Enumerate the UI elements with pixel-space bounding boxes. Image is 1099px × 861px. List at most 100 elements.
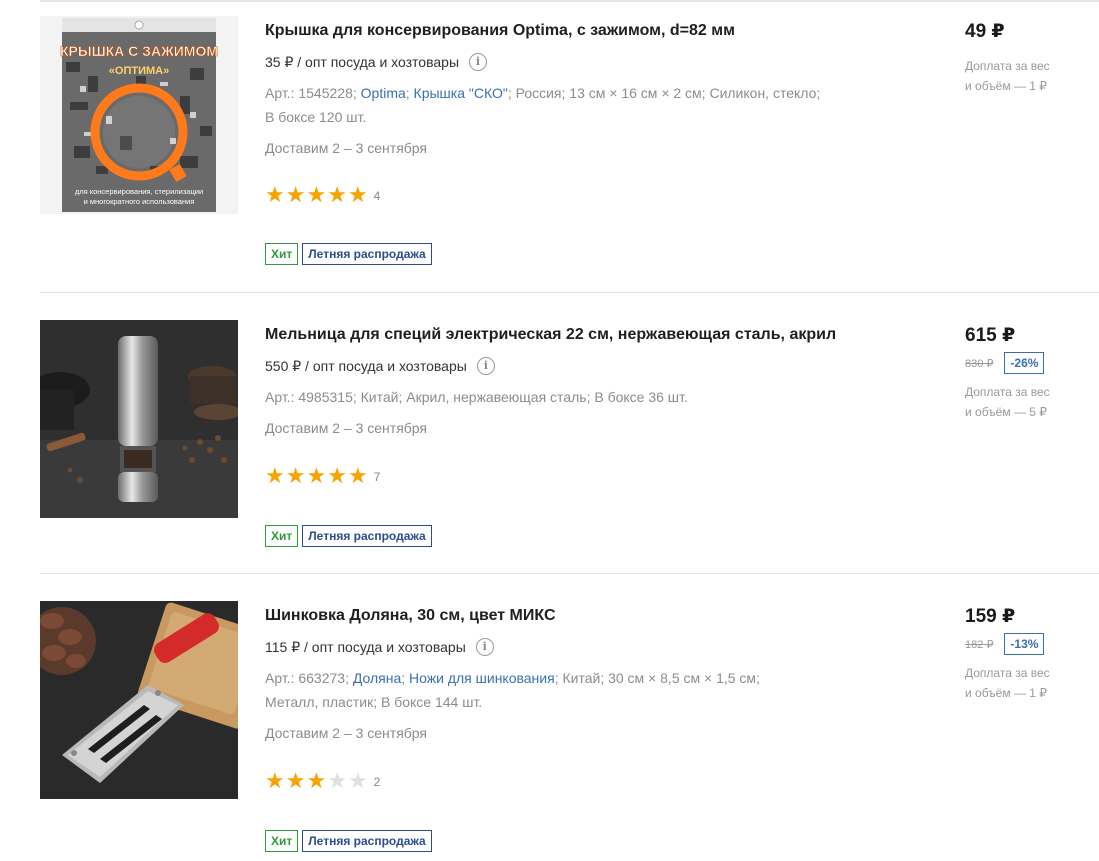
meta-line: Арт.: 663273; Доляна; Ножи для шинковани… bbox=[265, 666, 865, 690]
wholesale-price: 115 ₽ / опт посуда и хозтовары i bbox=[265, 637, 905, 657]
price-block: 159 ₽ 182 ₽ -13% Доплата за вес и объём … bbox=[965, 605, 1095, 703]
meta-text: ; bbox=[401, 670, 410, 686]
lid-package-image: КРЫШКА С ЗАЖИМОМ «ОПТИМА» для консервиро… bbox=[40, 16, 238, 214]
brand-link[interactable]: Доляна bbox=[353, 670, 401, 686]
wholesale-price-text: 35 ₽ / опт посуда и хозтовары bbox=[265, 54, 460, 70]
old-price-row: 182 ₽ -13% bbox=[965, 633, 1095, 655]
shredder-image bbox=[40, 601, 238, 799]
price: 159 ₽ bbox=[965, 606, 1016, 627]
surcharge-note: Доплата за вес и объём — 1 ₽ bbox=[965, 56, 1075, 96]
product-info: Крышка для консервирования Optima, с заж… bbox=[265, 20, 905, 158]
discount-badge: -26% bbox=[1004, 352, 1045, 374]
star-icon: ★ bbox=[306, 769, 327, 794]
badges: Хит Летняя распродажа bbox=[265, 525, 436, 547]
star-icon: ★ bbox=[347, 769, 368, 794]
meta-text: ; Китай; 30 см × 8,5 см × 1,5 см; bbox=[554, 670, 760, 686]
surcharge-line: Доплата за вес bbox=[965, 59, 1050, 73]
delivery-info: Доставим 2 – 3 сентября bbox=[265, 420, 428, 436]
old-price: 830 ₽ bbox=[965, 357, 994, 370]
old-price: 182 ₽ bbox=[965, 638, 994, 651]
surcharge-line: Доплата за вес bbox=[965, 385, 1050, 399]
product-title[interactable]: Крышка для консервирования Optima, с заж… bbox=[265, 20, 905, 42]
hit-badge[interactable]: Хит bbox=[265, 830, 299, 852]
meta-line: В боксе 120 шт. bbox=[265, 109, 367, 125]
product-image[interactable]: КРЫШКА С ЗАЖИМОМ «ОПТИМА» для консервиро… bbox=[40, 16, 238, 214]
brand-link[interactable]: Optima bbox=[361, 85, 406, 101]
sale-badge[interactable]: Летняя распродажа bbox=[302, 830, 432, 852]
svg-text:КРЫШКА С ЗАЖИМОМ: КРЫШКА С ЗАЖИМОМ bbox=[60, 43, 218, 59]
surcharge-note: Доплата за вес и объём — 5 ₽ bbox=[965, 382, 1075, 422]
price-block: 615 ₽ 830 ₽ -26% Доплата за вес и объём … bbox=[965, 324, 1095, 422]
product-card: Мельница для специй электрическая 22 см,… bbox=[40, 292, 1099, 573]
product-card: КРЫШКА С ЗАЖИМОМ «ОПТИМА» для консервиро… bbox=[40, 0, 1099, 281]
product-info: Шинковка Доляна, 30 см, цвет МИКС 115 ₽ … bbox=[265, 605, 905, 743]
rating[interactable]: ★ ★ ★ ★ ★ 4 bbox=[265, 185, 380, 207]
meta-text: Арт.: 663273; bbox=[265, 670, 353, 686]
product-meta: Арт.: 4985315; Китай; Акрил, нержавеющая… bbox=[265, 385, 865, 409]
star-icon: ★ bbox=[265, 464, 285, 489]
price-block: 49 ₽ Доплата за вес и объём — 1 ₽ bbox=[965, 20, 1095, 96]
wholesale-price: 550 ₽ / опт посуда и хозтовары i bbox=[265, 356, 905, 376]
pepper-mill-image bbox=[40, 320, 238, 518]
rating-count[interactable]: 2 bbox=[374, 775, 381, 789]
delivery-info: Доставим 2 – 3 сентября bbox=[265, 140, 428, 156]
star-icon: ★ bbox=[327, 464, 347, 489]
meta-text: Арт.: 1545228; bbox=[265, 85, 361, 101]
star-icon: ★ bbox=[285, 464, 306, 489]
svg-text:и многократного использования: и многократного использования bbox=[84, 197, 195, 206]
sale-badge[interactable]: Летняя распродажа bbox=[302, 525, 432, 547]
info-icon[interactable]: i bbox=[469, 53, 488, 71]
surcharge-line: и объём — 1 ₽ bbox=[965, 79, 1047, 93]
badges: Хит Летняя распродажа bbox=[265, 243, 436, 265]
star-icon: ★ bbox=[306, 464, 327, 489]
surcharge-line: Доплата за вес bbox=[965, 666, 1050, 680]
svg-text:для консервирования, стерилиза: для консервирования, стерилизации bbox=[75, 187, 203, 196]
rating-count[interactable]: 4 bbox=[374, 189, 381, 203]
sale-badge[interactable]: Летняя распродажа bbox=[302, 243, 432, 265]
surcharge-line: и объём — 5 ₽ bbox=[965, 405, 1047, 419]
meta-line: Арт.: 1545228; Optima; Крышка "СКО"; Рос… bbox=[265, 81, 865, 105]
star-icon: ★ bbox=[327, 183, 347, 208]
product-image[interactable] bbox=[40, 320, 238, 518]
hit-badge[interactable]: Хит bbox=[265, 525, 299, 547]
category-link[interactable]: Крышка "СКО" bbox=[414, 85, 508, 101]
product-meta: Арт.: 663273; Доляна; Ножи для шинковани… bbox=[265, 666, 865, 714]
badges: Хит Летняя распродажа bbox=[265, 830, 436, 852]
meta-text: ; Россия; 13 см × 16 см × 2 см; Силикон,… bbox=[507, 85, 821, 101]
info-icon[interactable]: i bbox=[476, 357, 495, 375]
product-info: Мельница для специй электрическая 22 см,… bbox=[265, 324, 905, 438]
svg-text:«ОПТИМА»: «ОПТИМА» bbox=[109, 65, 169, 77]
rating[interactable]: ★ ★ ★ ★ ★ 7 bbox=[265, 466, 380, 488]
star-icon: ★ bbox=[285, 769, 306, 794]
price: 49 ₽ bbox=[965, 21, 1005, 42]
product-card: Шинковка Доляна, 30 см, цвет МИКС 115 ₽ … bbox=[40, 573, 1099, 854]
price: 615 ₽ bbox=[965, 325, 1016, 346]
wholesale-price: 35 ₽ / опт посуда и хозтовары i bbox=[265, 52, 905, 72]
product-image[interactable] bbox=[40, 601, 238, 799]
meta-line: Металл, пластик; В боксе 144 шт. bbox=[265, 694, 483, 710]
star-icon: ★ bbox=[265, 769, 285, 794]
product-meta: Арт.: 1545228; Optima; Крышка "СКО"; Рос… bbox=[265, 81, 865, 129]
delivery-info: Доставим 2 – 3 сентября bbox=[265, 725, 428, 741]
product-title[interactable]: Мельница для специй электрическая 22 см,… bbox=[265, 324, 905, 346]
rating[interactable]: ★ ★ ★ ★ ★ 2 bbox=[265, 771, 380, 793]
surcharge-note: Доплата за вес и объём — 1 ₽ bbox=[965, 663, 1075, 703]
discount-badge: -13% bbox=[1004, 633, 1045, 655]
star-icon: ★ bbox=[327, 769, 347, 794]
rating-count[interactable]: 7 bbox=[374, 470, 381, 484]
surcharge-line: и объём — 1 ₽ bbox=[965, 686, 1047, 700]
star-icon: ★ bbox=[347, 464, 368, 489]
wholesale-price-text: 550 ₽ / опт посуда и хозтовары bbox=[265, 358, 467, 374]
product-title[interactable]: Шинковка Доляна, 30 см, цвет МИКС bbox=[265, 605, 905, 627]
star-icon: ★ bbox=[347, 183, 368, 208]
meta-line: Арт.: 4985315; Китай; Акрил, нержавеющая… bbox=[265, 389, 688, 405]
wholesale-price-text: 115 ₽ / опт посуда и хозтовары bbox=[265, 639, 466, 655]
info-icon[interactable]: i bbox=[475, 638, 494, 656]
meta-text: ; bbox=[405, 85, 414, 101]
star-icon: ★ bbox=[265, 183, 285, 208]
star-icon: ★ bbox=[285, 183, 306, 208]
old-price-row: 830 ₽ -26% bbox=[965, 352, 1095, 374]
hit-badge[interactable]: Хит bbox=[265, 243, 299, 265]
star-icon: ★ bbox=[306, 183, 327, 208]
category-link[interactable]: Ножи для шинкования bbox=[409, 670, 555, 686]
